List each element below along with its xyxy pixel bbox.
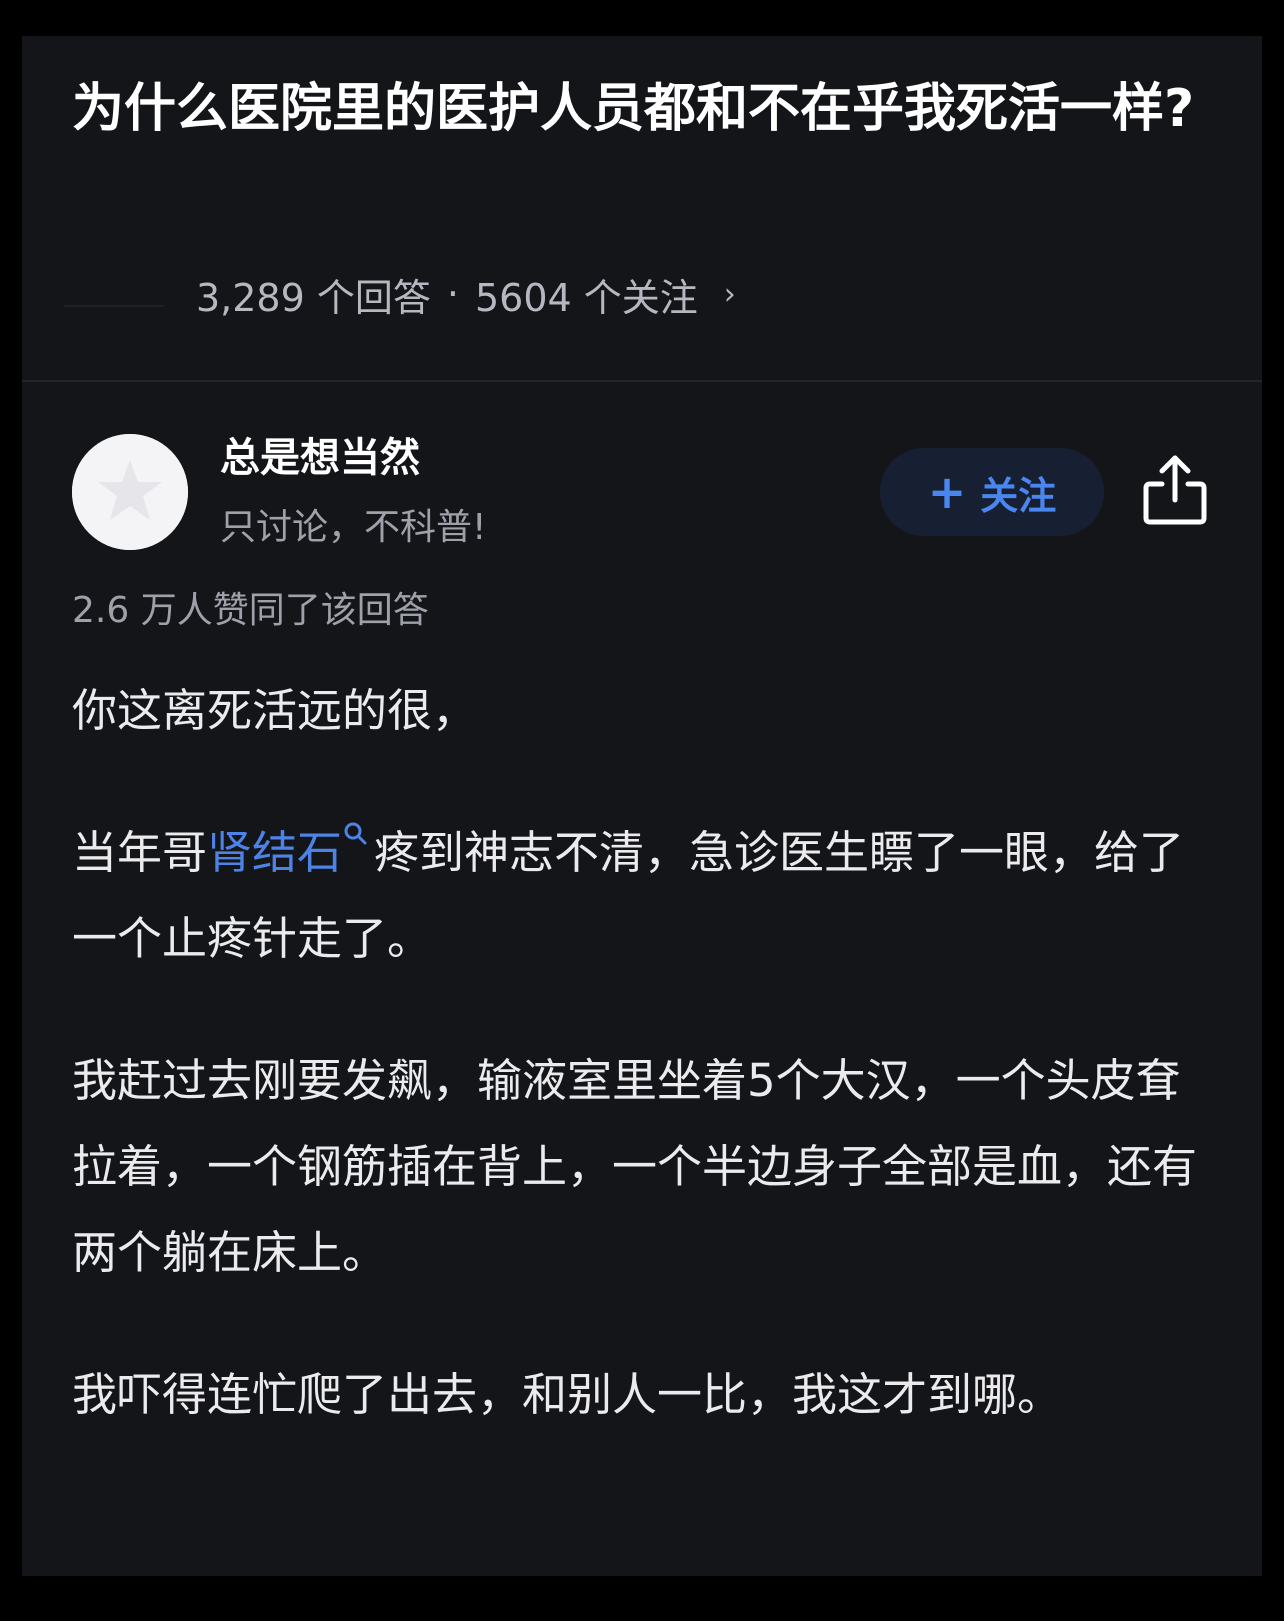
followers-count: 5604 个关注 bbox=[474, 275, 698, 320]
question-title[interactable]: 为什么医院里的医护人员都和不在乎我死活一样? bbox=[72, 62, 1217, 156]
chevron-right-icon: › bbox=[723, 276, 736, 312]
star-avatar-icon bbox=[72, 434, 188, 550]
upvote-count: 2.6 万人赞同了该回答 bbox=[72, 590, 429, 631]
answers-count: 3,289 个回答 bbox=[196, 275, 431, 320]
paragraph-4: 我吓得连忙爬了出去，和别人一比，我这才到哪。 bbox=[72, 1368, 1063, 1421]
section-divider bbox=[22, 380, 1262, 382]
search-icon bbox=[344, 822, 367, 845]
share-button[interactable] bbox=[1140, 452, 1210, 528]
author-name[interactable]: 总是想当然 bbox=[220, 432, 420, 484]
paragraph-2-start: 当年哥 bbox=[72, 826, 208, 879]
paragraph-3: 我赶过去刚要发飙，输液室里坐着5个大汉，一个头皮耷拉着，一个钢筋插在背上，一个半… bbox=[72, 1054, 1198, 1279]
answer-content: 你这离死活远的很， 当年哥肾结石 疼到神志不清，急诊医生瞟了一眼，给了一个止疼针走… bbox=[72, 668, 1202, 1494]
question-stats[interactable]: 3,289 个回答 · 5604 个关注 › bbox=[196, 270, 736, 320]
author-bio: 只讨论，不科普! bbox=[220, 507, 487, 548]
stats-separator: · bbox=[446, 272, 459, 316]
paragraph-2: 当年哥肾结石 疼到神志不清，急诊医生瞟了一眼，给了一个止疼针走了。 bbox=[72, 810, 1202, 982]
follow-button-label: 关注 bbox=[980, 473, 1057, 518]
follow-button[interactable]: + 关注 bbox=[880, 448, 1104, 536]
decorative-line bbox=[64, 305, 164, 307]
share-icon bbox=[1143, 455, 1207, 525]
plus-icon: + bbox=[927, 465, 967, 519]
paragraph-1: 你这离死活远的很， bbox=[72, 684, 478, 737]
keyword-link[interactable]: 肾结石 bbox=[207, 826, 342, 879]
avatar[interactable] bbox=[72, 434, 188, 550]
